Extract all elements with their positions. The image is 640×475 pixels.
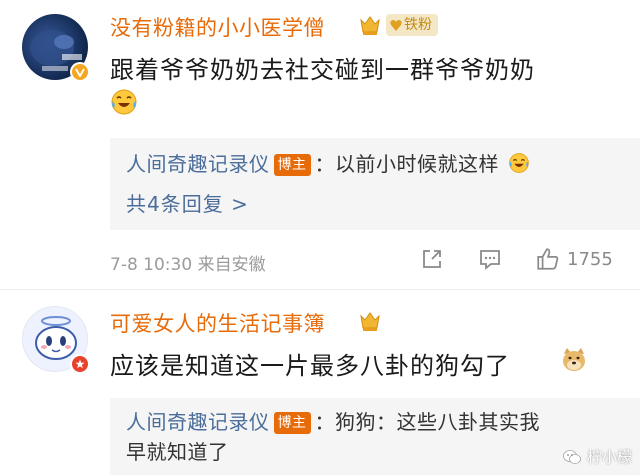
reply-box[interactable]: 人间奇趣记录仪 博主 ：狗狗：这些八卦其实我 早就知道了: [110, 398, 640, 475]
reply-line: 人间奇趣记录仪 博主 ：狗狗：这些八卦其实我: [126, 406, 540, 435]
blogger-tag: 博主: [273, 412, 311, 434]
watermark: 柠小檬: [563, 446, 632, 467]
comment-meta: 7-8 10:30 来自安徽: [110, 255, 266, 275]
comment-text: 应该是知道这一片最多八卦的狗勾了: [110, 352, 510, 380]
comment-button[interactable]: [478, 244, 502, 274]
wechat-icon: [563, 449, 581, 464]
crown-icon: [360, 16, 380, 35]
fans-badge-label: 铁粉: [404, 17, 432, 33]
verified-badge-icon: [70, 62, 90, 82]
share-button[interactable]: [420, 244, 444, 274]
blogger-tag: 博主: [273, 154, 311, 176]
comment-username[interactable]: 可爱女人的生活记事簿: [110, 308, 325, 338]
reply-text-continued: 早就知道了: [126, 440, 229, 464]
like-count: 1755: [567, 248, 613, 270]
laughing-tears-emoji: [111, 89, 137, 115]
like-button[interactable]: 1755: [535, 244, 613, 274]
thumbs-up-icon: [537, 248, 559, 270]
reply-author[interactable]: 人间奇趣记录仪: [126, 152, 270, 176]
reply-text: ：以前小时候就这样: [314, 152, 499, 176]
reply-box[interactable]: 人间奇趣记录仪 博主 ：以前小时候就这样 共4条回复 >: [110, 138, 640, 230]
crown-icon: [360, 312, 380, 331]
heart-badge-icon: [390, 20, 402, 31]
reply-author[interactable]: 人间奇趣记录仪: [126, 410, 270, 434]
comment-item: 没有粉籍的小小医学僧 铁粉 跟着爷爷奶奶去社交碰到一群爷爷奶奶 人间奇趣记录仪博…: [0, 0, 640, 290]
comment-text: 跟着爷爷奶奶去社交碰到一群爷爷奶奶: [110, 56, 535, 84]
fans-badge: 铁粉: [386, 14, 438, 36]
watermark-text: 柠小檬: [586, 448, 632, 466]
laughing-emoji: [509, 153, 529, 173]
comment-item: 可爱女人的生活记事簿 应该是知道这一片最多八卦的狗勾了 人间奇趣记录仪 博主 ：狗狗…: [0, 290, 640, 475]
verified-badge-icon: [70, 354, 90, 374]
reply-line: 人间奇趣记录仪 博主 ：以前小时候就这样: [126, 148, 530, 177]
more-replies-link[interactable]: 共4条回复 >: [126, 188, 249, 217]
comment-username[interactable]: 没有粉籍的小小医学僧: [110, 12, 325, 42]
doge-emoji: [563, 348, 585, 371]
comment-icon: [480, 250, 500, 270]
share-icon: [423, 250, 441, 268]
reply-text: ：狗狗：这些八卦其实我: [314, 410, 540, 434]
